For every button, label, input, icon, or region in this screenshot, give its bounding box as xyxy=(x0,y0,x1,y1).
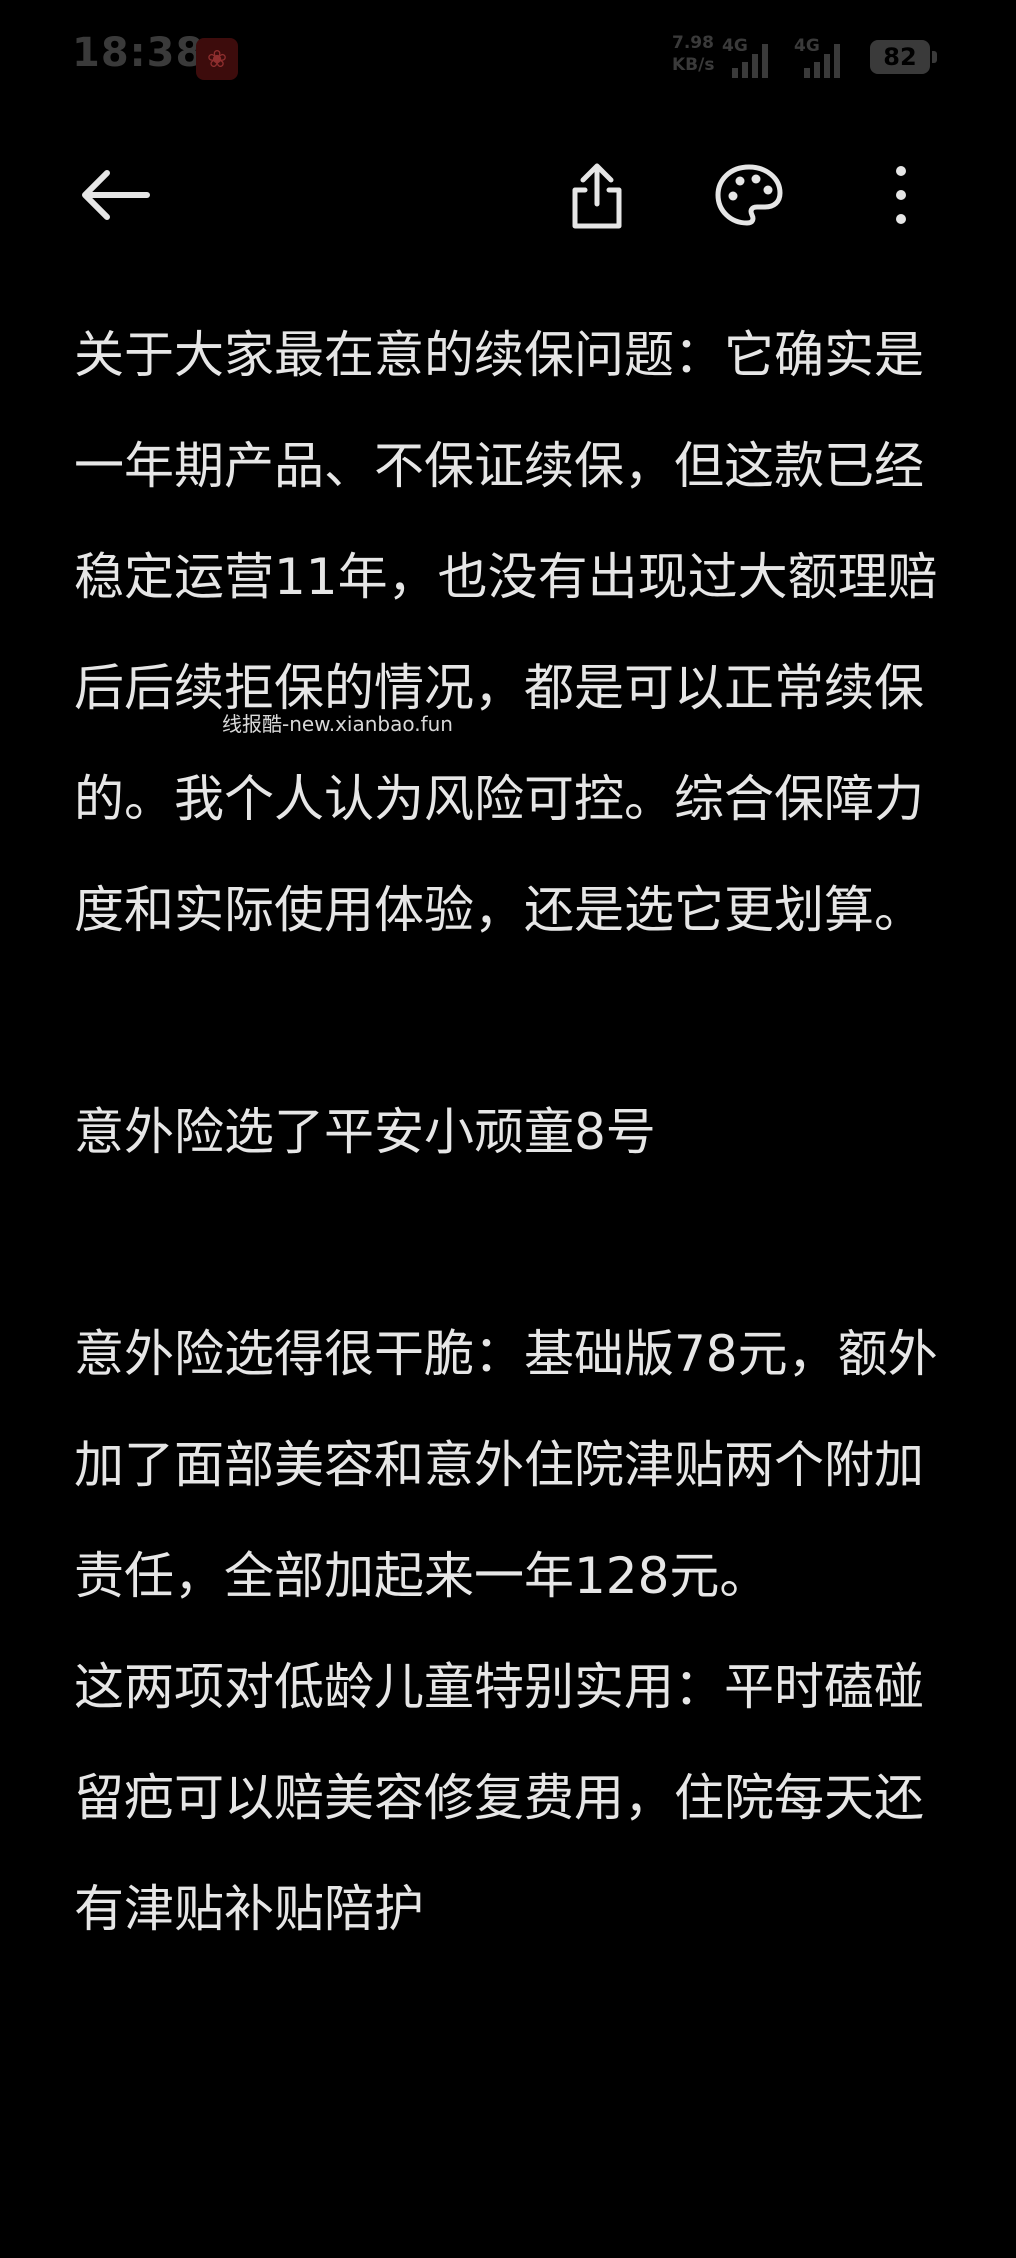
top-toolbar xyxy=(0,140,1016,250)
more-vertical-icon xyxy=(896,166,906,224)
article-body: 关于大家最在意的续保问题：它确实是一年期产品、不保证续保，但这款已经稳定运营11… xyxy=(74,300,954,1965)
signal-strength-icon: 4G xyxy=(794,36,846,80)
network-speed: 7.98 KB/s xyxy=(672,32,720,76)
share-icon xyxy=(572,163,622,229)
theme-button[interactable] xyxy=(704,150,794,240)
palette-icon xyxy=(715,164,783,226)
paragraph-accident-detail: 意外险选得很干脆：基础版78元，额外加了面部美容和意外住院津贴两个附加责任，全部… xyxy=(74,1325,938,1605)
arrow-left-icon xyxy=(82,170,150,220)
share-button[interactable] xyxy=(552,150,642,240)
network-speed-value: 7.98 xyxy=(672,33,714,53)
paragraph-child-benefits: 这两项对低龄儿童特别实用：平时磕碰留疤可以赔美容修复费用，住院每天还有津贴补贴陪… xyxy=(74,1658,924,1938)
status-bar: 18:38 ❀ 7.98 KB/s 4G 4G 82 xyxy=(0,0,1016,118)
network-speed-unit: KB/s xyxy=(672,55,715,75)
battery-icon: 82 xyxy=(870,40,937,74)
status-time: 18:38 xyxy=(72,30,205,76)
back-button[interactable] xyxy=(70,150,160,240)
signal-strength-icon: 4G xyxy=(722,36,774,80)
paragraph-accident-choice: 意外险选了平安小顽童8号 xyxy=(74,1103,656,1161)
more-options-button[interactable] xyxy=(856,150,946,240)
watermark-text: 线报酷-new.xianbao.fun xyxy=(222,712,453,736)
paragraph-renewal: 关于大家最在意的续保问题：它确实是一年期产品、不保证续保，但这款已经稳定运营11… xyxy=(74,326,938,939)
gift-icon: ❀ xyxy=(196,38,238,80)
battery-level: 82 xyxy=(883,43,917,71)
